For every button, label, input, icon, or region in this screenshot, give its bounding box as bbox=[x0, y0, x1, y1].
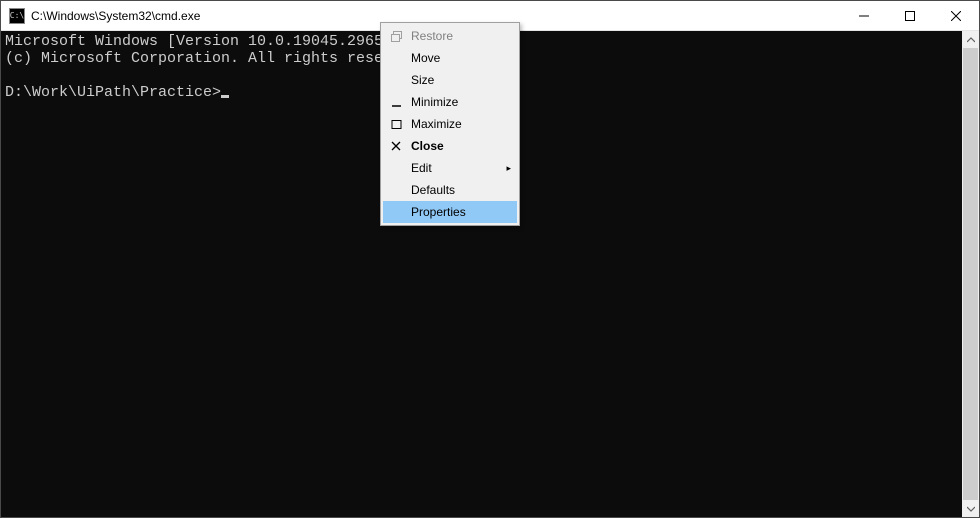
menu-item-size[interactable]: Size bbox=[383, 69, 517, 91]
menu-item-restore: Restore bbox=[383, 25, 517, 47]
window-title: C:\Windows\System32\cmd.exe bbox=[31, 9, 200, 23]
system-context-menu: Restore Move Size Minimize Maximize Clos… bbox=[380, 22, 520, 226]
console-line: Microsoft Windows [Version 10.0.19045.29… bbox=[5, 33, 392, 50]
scroll-up-button[interactable] bbox=[962, 31, 979, 48]
menu-item-close[interactable]: Close bbox=[383, 135, 517, 157]
cursor bbox=[221, 95, 229, 98]
menu-item-maximize[interactable]: Maximize bbox=[383, 113, 517, 135]
menu-item-properties[interactable]: Properties bbox=[383, 201, 517, 223]
maximize-icon bbox=[905, 11, 915, 21]
maximize-icon bbox=[389, 117, 403, 131]
minimize-button[interactable] bbox=[841, 1, 887, 31]
menu-label: Edit bbox=[411, 161, 432, 175]
menu-label: Minimize bbox=[411, 95, 458, 109]
chevron-down-icon bbox=[967, 506, 975, 512]
close-button[interactable] bbox=[933, 1, 979, 31]
scroll-down-button[interactable] bbox=[962, 500, 979, 517]
menu-label: Maximize bbox=[411, 117, 462, 131]
console-prompt: D:\Work\UiPath\Practice> bbox=[5, 84, 221, 101]
scrollbar-thumb[interactable] bbox=[963, 48, 978, 502]
close-icon bbox=[389, 139, 403, 153]
vertical-scrollbar[interactable] bbox=[962, 31, 979, 517]
menu-label: Close bbox=[411, 139, 444, 153]
minimize-icon bbox=[389, 95, 403, 109]
menu-label: Properties bbox=[411, 205, 466, 219]
menu-item-defaults[interactable]: Defaults bbox=[383, 179, 517, 201]
menu-label: Size bbox=[411, 73, 434, 87]
menu-label: Move bbox=[411, 51, 440, 65]
maximize-button[interactable] bbox=[887, 1, 933, 31]
restore-icon bbox=[389, 29, 403, 43]
chevron-up-icon bbox=[967, 37, 975, 43]
menu-label: Defaults bbox=[411, 183, 455, 197]
cmd-icon: C:\ bbox=[9, 8, 25, 24]
close-icon bbox=[951, 11, 961, 21]
menu-item-edit[interactable]: Edit ▸ bbox=[383, 157, 517, 179]
minimize-icon bbox=[859, 11, 869, 21]
menu-item-move[interactable]: Move bbox=[383, 47, 517, 69]
menu-label: Restore bbox=[411, 29, 453, 43]
menu-item-minimize[interactable]: Minimize bbox=[383, 91, 517, 113]
console-line: (c) Microsoft Corporation. All rights re… bbox=[5, 50, 428, 67]
chevron-right-icon: ▸ bbox=[506, 163, 511, 174]
